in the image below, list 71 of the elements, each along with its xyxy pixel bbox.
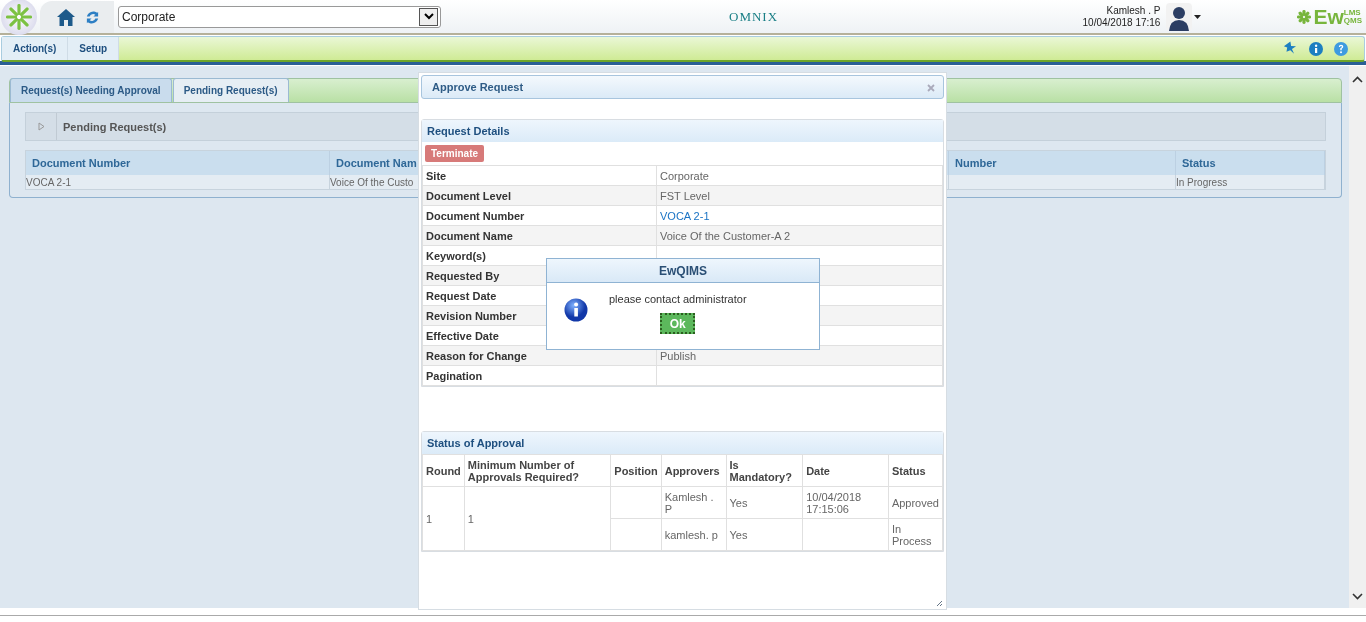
terminate-button[interactable]: Terminate — [425, 145, 485, 162]
field-value: Voice Of the Customer-A 2 — [660, 229, 791, 242]
product-logo-text: LMS — [1343, 8, 1361, 17]
table-cell: VOCA 2-1 — [26, 176, 72, 188]
product-logo-text: QMS — [1343, 16, 1362, 25]
column-header: Position — [614, 464, 658, 477]
alert-title: EwQIMS — [659, 263, 707, 278]
login-datetime: 10/04/2018 17:16 — [1082, 16, 1161, 29]
home-icon[interactable] — [56, 7, 76, 27]
table-cell: Yes — [729, 528, 748, 541]
table-cell: 1 — [426, 512, 433, 525]
table-cell: In Progress — [1176, 176, 1228, 188]
field-label: Requested By — [426, 269, 500, 282]
menu-tab[interactable]: Setup — [68, 37, 120, 60]
column-header: Is Mandatory? — [729, 458, 792, 483]
scroll-down-icon[interactable] — [1352, 593, 1363, 600]
info-icon[interactable] — [1309, 41, 1323, 56]
field-label: Document Name — [426, 229, 513, 242]
scroll-up-icon[interactable] — [1352, 76, 1363, 83]
column-header: Minimum Number of Approvals Required? — [467, 458, 580, 483]
field-value: Publish — [660, 349, 697, 362]
field-label: Keyword(s) — [426, 249, 486, 262]
document-link[interactable]: VOCA 2-1 — [660, 209, 710, 222]
logo-icon — [1297, 9, 1312, 24]
product-logo-text: Ew — [1313, 4, 1344, 29]
field-label: Effective Date — [426, 329, 499, 342]
table-cell: In Process — [891, 522, 932, 547]
refresh-icon[interactable] — [85, 9, 100, 25]
site-select[interactable]: Corporate — [118, 5, 441, 28]
brand-logo: OMNIX — [729, 8, 779, 25]
section-title: Status of Approval — [427, 437, 525, 449]
field-label: Site — [426, 169, 447, 182]
field-label: Reason for Change — [426, 349, 527, 362]
section-title: Request Details — [427, 125, 510, 137]
table-cell: Voice Of the Custo — [330, 176, 414, 188]
section-title: Pending Request(s) — [63, 120, 167, 133]
resize-grip-icon[interactable] — [936, 600, 943, 607]
field-label: Document Level — [426, 189, 511, 202]
column-header[interactable]: Number — [955, 157, 997, 169]
column-header[interactable]: Document Number — [32, 157, 131, 169]
field-value: FST Level — [660, 189, 710, 202]
table-cell: kamlesh. p — [664, 528, 718, 541]
field-label: Pagination — [426, 369, 483, 382]
info-icon — [564, 298, 588, 322]
tab[interactable]: Request(s) Needing Approval — [10, 78, 172, 102]
chevron-down-icon[interactable] — [423, 13, 434, 20]
column-header: Date — [806, 464, 830, 477]
table-cell: Kamlesh . P — [664, 490, 714, 515]
caret-icon[interactable] — [1194, 14, 1202, 19]
table-cell: 1 — [467, 512, 474, 525]
column-header[interactable]: Document Nam — [336, 157, 417, 169]
table-cell: Approved — [891, 496, 939, 509]
field-label: Document Number — [426, 209, 525, 222]
avatar-icon[interactable] — [1166, 2, 1193, 31]
column-header: Approvers — [664, 464, 720, 477]
field-label: Revision Number — [426, 309, 517, 322]
menu-tab[interactable]: Action(s) — [2, 37, 69, 60]
field-value: Corporate — [660, 169, 709, 182]
table-cell: Yes — [729, 496, 748, 509]
alert-message: please contact administrator — [609, 293, 747, 305]
column-header: Status — [891, 464, 926, 477]
dropdown-button[interactable] — [419, 7, 438, 26]
scrollbar[interactable] — [1349, 66, 1366, 608]
field-label: Request Date — [426, 289, 497, 302]
column-header[interactable]: Status — [1182, 157, 1216, 169]
tab[interactable]: Pending Request(s) — [172, 78, 289, 102]
user-name: Kamlesh . P — [1105, 4, 1161, 17]
column-header: Round — [426, 464, 461, 477]
dialog-title: Approve Request — [432, 81, 524, 93]
table-cell: 10/04/2018 17:15:06 — [806, 490, 862, 515]
help-icon[interactable] — [1334, 41, 1348, 56]
